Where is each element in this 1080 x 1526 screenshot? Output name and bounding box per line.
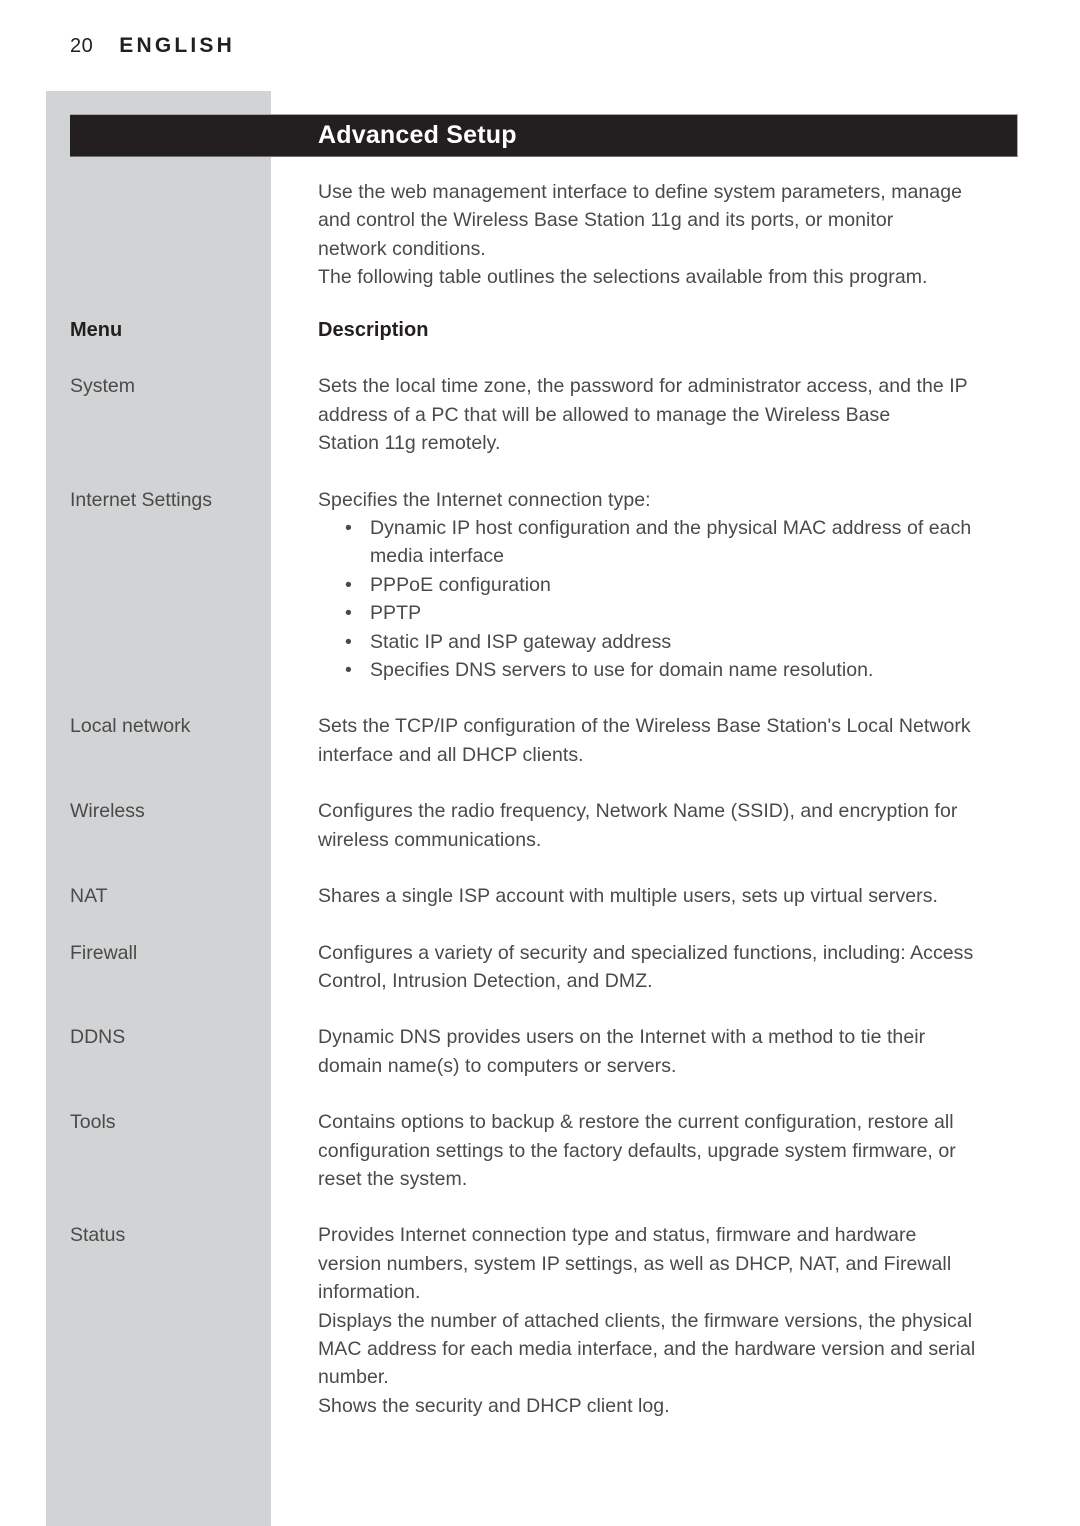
description-line: interface and all DHCP clients. [318,743,584,766]
menu-cell: Status [70,1224,126,1247]
row-spacer [0,854,1080,882]
bullet-list: • Dynamic IP host configuration and the p… [342,514,1018,684]
description-line: MAC address for each media interface, an… [318,1337,976,1360]
description-cell: Dynamic DNS provides users on the Intern… [318,1023,1018,1080]
intro-paragraph: Use the web management interface to defi… [318,178,1018,292]
intro-line-2: and control the Wireless Base Station 11… [318,209,894,232]
table-row: System Sets the local time zone, the pass… [0,372,1080,457]
menu-cell: System [70,375,136,398]
intro-line-3: network conditions. [318,237,486,260]
table-row: Tools Contains options to backup & restor… [0,1108,1080,1193]
description-line: Sets the local time zone, the password f… [318,375,968,398]
description-line: Station 11g remotely. [318,432,501,455]
bullet-text: PPPoE configuration [370,573,551,596]
intro-line-1: Use the web management interface to defi… [318,181,962,203]
menu-cell: Wireless [70,800,145,823]
page-number: 20 [70,35,94,57]
row-spacer [0,769,1080,797]
description-line: Dynamic DNS provides users on the Intern… [318,1026,926,1049]
bullet-dot-icon: • [345,573,352,596]
description-line: Shows the security and DHCP client log. [318,1394,670,1417]
bullet-text: Dynamic IP host configuration and the ph… [370,517,972,568]
description-line: Provides Internet connection type and st… [318,1224,917,1247]
menu-cell: NAT [70,885,108,908]
row-spacer [0,684,1080,712]
description-line: configuration settings to the factory de… [318,1139,956,1162]
bullet-item: • Static IP and ISP gateway address [342,628,1018,656]
table-row: DDNS Dynamic DNS provides users on the In… [0,1023,1080,1080]
description-cell: Sets the TCP/IP configuration of the Wir… [318,712,1018,769]
row-spacer [0,1193,1080,1221]
table-row: NAT Shares a single ISP account with mult… [0,882,1080,910]
page-title: Advanced Setup [318,121,517,149]
row-spacer [0,344,1080,372]
bullet-dot-icon: • [345,602,352,625]
table-row: Wireless Configures the radio frequency, … [0,797,1080,854]
page-language-section: ENGLISH [119,34,235,57]
description-line: domain name(s) to computers or servers. [318,1054,677,1077]
menu-cell: Local network [70,715,191,738]
table-row: Firewall Configures a variety of security… [0,939,1080,996]
bullet-item: • Dynamic IP host configuration and the p… [342,514,1018,571]
description-line: wireless communications. [318,828,542,851]
row-spacer [0,995,1080,1023]
page-header: 20 ENGLISH [70,34,235,58]
bullet-item: • PPPoE configuration [342,571,1018,599]
row-spacer [0,458,1080,486]
description-line: number. [318,1366,389,1389]
menu-cell: DDNS [70,1026,126,1049]
bullet-list-wrapper: • Dynamic IP host configuration and the p… [342,514,1018,684]
description-cell: Specifies the Internet connection type: •… [318,486,1018,685]
table-rows-container: System Sets the local time zone, the pass… [0,344,1080,1420]
description-line: Configures a variety of security and spe… [318,941,974,964]
table-header-row: Menu Description [0,316,1080,344]
description-line: Displays the number of attached clients,… [318,1309,973,1332]
menu-cell: Internet Settings [70,488,213,511]
description-cell: Configures the radio frequency, Network … [318,797,1018,854]
description-line: Specifies the Internet connection type: [318,488,651,511]
table-row: Internet Settings Specifies the Internet … [0,486,1080,685]
bullet-item: • Specifies DNS servers to use for domain… [342,656,1018,684]
bullet-item: • PPTP [342,599,1018,627]
description-line: Configures the radio frequency, Network … [318,800,958,823]
description-line: Control, Intrusion Detection, and DMZ. [318,969,653,992]
description-line: information. [318,1281,421,1304]
description-line: address of a PC that will be allowed to … [318,403,891,426]
chapter-title-bar: Advanced Setup [70,114,1018,157]
table-row: Local network Sets the TCP/IP configurati… [0,712,1080,769]
bullet-text: Static IP and ISP gateway address [370,630,672,653]
description-cell: Contains options to backup & restore the… [318,1108,1018,1193]
intro-section: Use the web management interface to defi… [318,178,1018,292]
description-cell: Provides Internet connection type and st… [318,1221,1018,1420]
intro-line-4: The following table outlines the selecti… [318,266,928,289]
description-line: Sets the TCP/IP configuration of the Wir… [318,715,971,738]
bullet-dot-icon: • [345,630,352,653]
description-line: Shares a single ISP account with multipl… [318,885,938,908]
description-cell: Sets the local time zone, the password f… [318,372,1018,457]
description-line: version numbers, system IP settings, as … [318,1252,952,1275]
column-header-menu: Menu [70,319,123,341]
bullet-dot-icon: • [345,659,352,682]
menu-cell: Firewall [70,941,138,964]
description-line: Contains options to backup & restore the… [318,1111,954,1134]
menu-cell: Tools [70,1111,116,1134]
description-cell: Configures a variety of security and spe… [318,939,1018,996]
row-spacer [0,1080,1080,1108]
menu-description-table: Menu Description System Sets the local ti… [0,316,1080,1420]
row-spacer [0,911,1080,939]
bullet-text: Specifies DNS servers to use for domain … [370,659,874,682]
description-line: reset the system. [318,1167,468,1190]
description-cell: Shares a single ISP account with multipl… [318,882,1018,910]
bullet-dot-icon: • [345,517,352,540]
bullet-text: PPTP [370,602,422,625]
column-header-description: Description [318,319,429,341]
table-row: Status Provides Internet connection type … [0,1221,1080,1420]
